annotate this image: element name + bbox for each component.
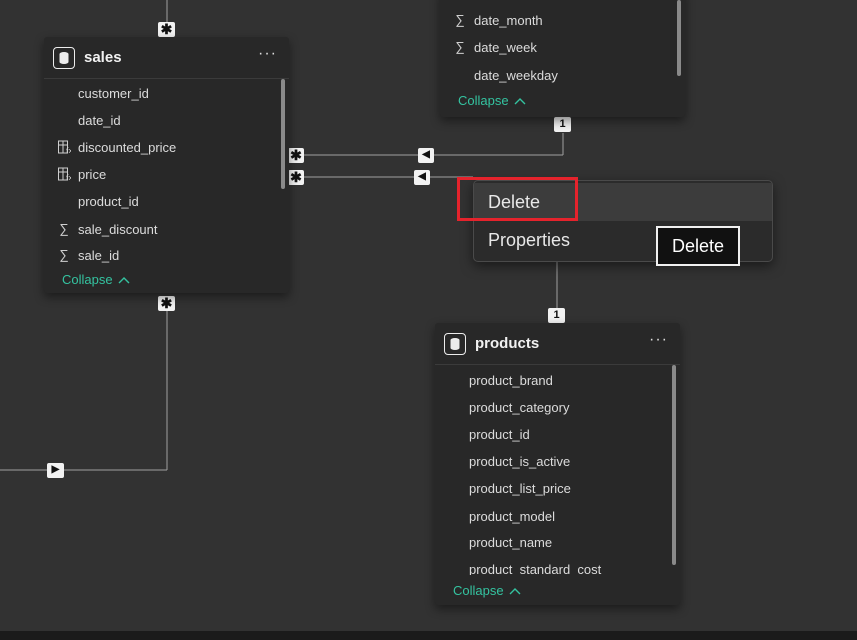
relationship-many-marker-sales-products: ✱ [288, 170, 304, 185]
table-title-sales: sales [84, 49, 122, 66]
field-date-month[interactable]: date_month [474, 13, 543, 28]
field-sale-id[interactable]: sale_id [78, 248, 119, 263]
calculated-column-icon: fx [57, 140, 73, 157]
field-sale-discount[interactable]: sale_discount [78, 222, 158, 237]
chevron-up-icon [514, 98, 526, 105]
field-date-weekday[interactable]: date_weekday [474, 68, 558, 83]
delete-highlight-box [457, 177, 578, 221]
sum-icon: ∑ [455, 12, 465, 27]
table-header-products[interactable]: products ··· [435, 323, 680, 365]
collapse-button-products[interactable]: Collapse [453, 583, 521, 598]
model-diagram-canvas[interactable]: ✱ ✱ ✱ 1 ◀ ◀ 1 ✱ ▶ ∑ date_month ∑ date_we… [0, 0, 857, 640]
table-icon [444, 333, 466, 355]
relationship-many-marker-top: ✱ [158, 22, 175, 37]
field-discounted-price[interactable]: discounted_price [78, 140, 176, 155]
chevron-up-icon [118, 277, 130, 284]
table-icon [53, 47, 75, 69]
products-field-list: product_brand product_category product_i… [435, 365, 680, 575]
relationship-many-marker-sales-date: ✱ [288, 148, 304, 163]
collapse-button-sales[interactable]: Collapse [62, 272, 130, 287]
filter-direction-arrow-left-icon: ◀ [418, 148, 434, 163]
field-product-brand[interactable]: product_brand [469, 373, 553, 388]
table-header-sales[interactable]: sales ··· [44, 37, 289, 79]
chevron-up-icon [509, 588, 521, 595]
calculated-column-icon: fx [57, 167, 73, 184]
sum-icon: ∑ [59, 221, 69, 236]
relationship-one-marker-date: 1 [554, 117, 571, 132]
field-date-week[interactable]: date_week [474, 40, 537, 55]
bottom-status-bar [0, 631, 857, 640]
more-options-button[interactable]: ··· [258, 45, 277, 63]
field-product-category[interactable]: product_category [469, 400, 569, 415]
delete-tooltip: Delete [656, 226, 740, 266]
sum-icon: ∑ [59, 247, 69, 262]
field-product-id[interactable]: product_id [78, 194, 139, 209]
collapse-button-date[interactable]: Collapse [458, 93, 526, 108]
more-options-button[interactable]: ··· [649, 331, 668, 349]
table-card-products[interactable]: products ··· product_brand product_categ… [435, 323, 680, 605]
date-table-scrollbar[interactable] [677, 0, 681, 76]
field-customer-id[interactable]: customer_id [78, 86, 149, 101]
field-product-list-price[interactable]: product_list_price [469, 481, 571, 496]
svg-text:fx: fx [66, 147, 71, 154]
table-card-sales[interactable]: sales ··· customer_id date_id fx discoun… [44, 37, 289, 293]
filter-direction-arrow-right-icon: ▶ [47, 463, 64, 478]
products-table-scrollbar[interactable] [672, 365, 676, 565]
table-title-products: products [475, 335, 540, 352]
filter-direction-arrow-left-icon: ◀ [414, 170, 430, 185]
table-card-date[interactable]: ∑ date_month ∑ date_week date_weekday Co… [440, 0, 685, 117]
field-date-id[interactable]: date_id [78, 113, 121, 128]
relationship-one-marker-products: 1 [548, 308, 565, 323]
sum-icon: ∑ [455, 39, 465, 54]
relationship-many-marker-bottom: ✱ [158, 296, 175, 311]
field-product-model[interactable]: product_model [469, 509, 555, 524]
field-product-is-active[interactable]: product_is_active [469, 454, 570, 469]
svg-text:fx: fx [66, 174, 71, 181]
field-product-id[interactable]: product_id [469, 427, 530, 442]
sales-table-scrollbar[interactable] [281, 79, 285, 189]
field-product-standard-cost[interactable]: product_standard_cost [469, 562, 601, 575]
field-product-name[interactable]: product_name [469, 535, 552, 550]
field-price[interactable]: price [78, 167, 106, 182]
